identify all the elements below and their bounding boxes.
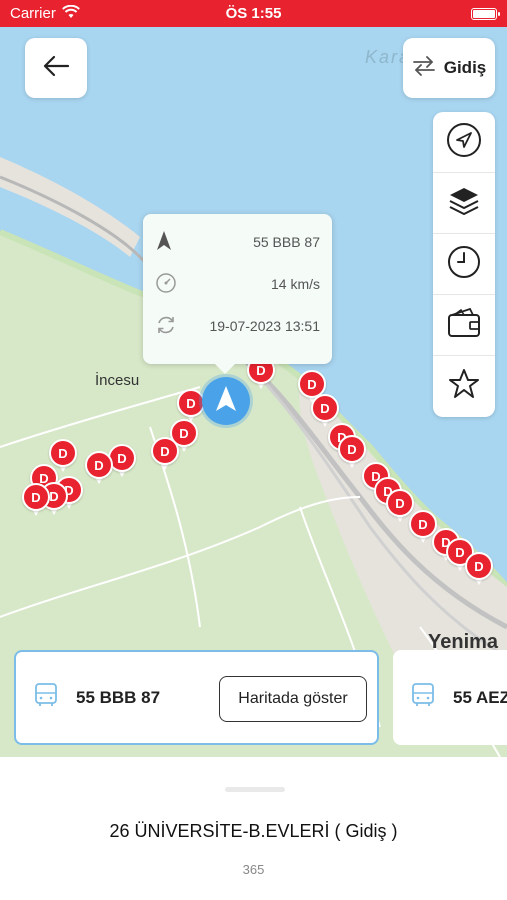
layers-icon [447,184,481,223]
bus-card[interactable]: 55 BBB 87 Haritada göster [14,650,379,745]
bus-card[interactable]: 55 AEZ [393,650,507,745]
bus-location-marker[interactable] [202,377,250,425]
battery-icon [471,7,500,20]
clock-icon [446,244,482,285]
bus-plate: 55 BBB 87 [76,687,161,707]
route-title: 26 ÜNİVERSİTE-B.EVLERİ ( Gidiş ) [109,821,398,841]
navigate-icon [446,122,482,163]
route-count: 365 [242,862,265,877]
direction-toggle-button[interactable]: Gidiş [403,38,495,98]
popup-speed-row: 14 km/s [155,269,320,299]
popup-updated: 19-07-2023 13:51 [209,318,320,334]
bus-icon [32,681,60,714]
stop-marker[interactable]: D [22,483,50,517]
star-icon [447,367,481,406]
bus-plate: 55 AEZ [453,687,507,707]
wallet-icon [446,307,482,344]
stop-marker[interactable]: D [465,552,493,586]
wallet-button[interactable] [433,295,495,356]
navigation-arrow-icon [215,385,237,418]
route-sheet[interactable]: 26 ÜNİVERSİTE-B.EVLERİ ( Gidiş ) 365 [0,757,507,900]
bus-icon [409,681,437,714]
arrow-left-icon [42,54,70,83]
direction-label: Gidiş [443,58,487,77]
map-tools [433,112,495,417]
wifi-icon [61,4,80,23]
favorites-button[interactable] [433,356,495,417]
popup-plate: 55 BBB 87 [253,234,320,250]
status-left: Carrier [10,4,80,23]
back-button[interactable] [25,38,87,98]
direction-arrow-icon [155,230,173,255]
stop-marker[interactable]: D [177,389,205,423]
status-bar: Carrier ÖS 1:55 [0,0,507,27]
popup-plate-row: 55 BBB 87 [155,227,320,257]
layers-button[interactable] [433,173,495,234]
town-label-incesu: İncesu [95,372,140,389]
map-view[interactable]: Karadeniz İncesu Yenima Gidiş [0,27,507,757]
locate-button[interactable] [433,112,495,173]
popup-updated-row: 19-07-2023 13:51 [155,311,320,341]
speedometer-icon [155,272,177,297]
sheet-handle[interactable] [225,787,285,792]
show-on-map-button[interactable]: Haritada göster [219,676,367,722]
refresh-icon [155,314,177,339]
history-button[interactable] [433,234,495,295]
carrier-label: Carrier [10,5,56,22]
stop-marker[interactable]: D [151,437,179,471]
stop-marker[interactable]: D [85,451,113,485]
swap-arrows-icon [412,55,436,81]
bus-info-popup: 55 BBB 87 14 km/s 19-07-2023 13:51 [143,214,332,374]
popup-speed: 14 km/s [270,276,320,292]
